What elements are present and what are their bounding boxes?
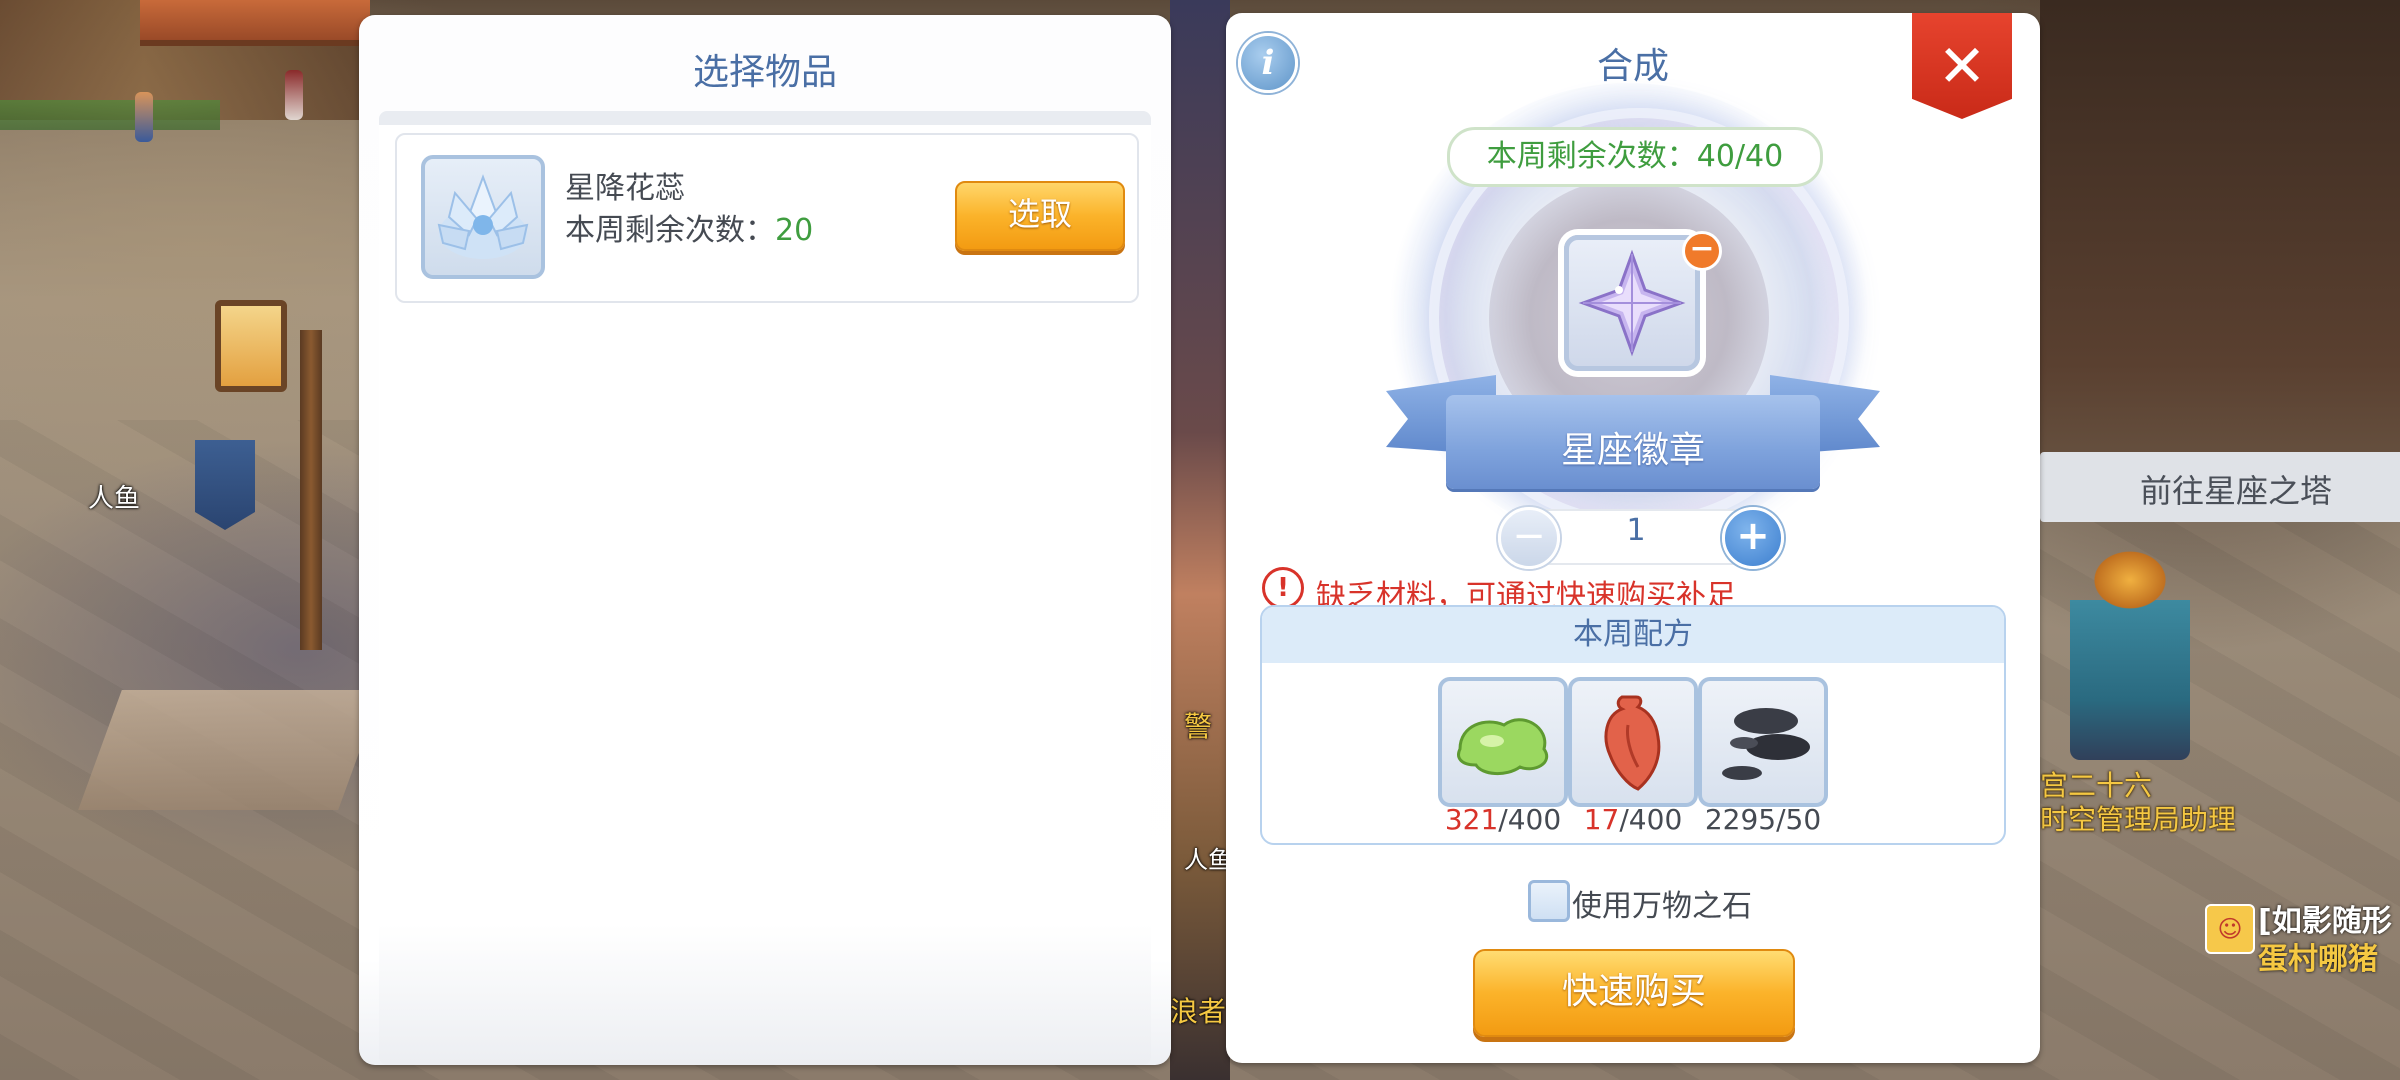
stone-platform <box>78 690 382 810</box>
npc-dialog-bubble[interactable]: wing-icon 前往星座之塔 <box>2040 452 2400 522</box>
dark-stones-icon <box>1722 708 1810 780</box>
remove-product-button[interactable]: − <box>1682 231 1722 271</box>
npc-character[interactable] <box>2070 540 2190 760</box>
quantity-value[interactable]: 1 <box>1556 513 1716 548</box>
material-have-3: 2295 <box>1704 803 1777 836</box>
material-have-2: 17 <box>1583 803 1620 836</box>
wing-icon: wing-icon <box>2040 462 2110 512</box>
quick-buy-button[interactable]: 快速购买 <box>1473 949 1795 1037</box>
material-slot-1[interactable] <box>1438 677 1568 807</box>
crystal-flower-icon <box>437 174 529 259</box>
npc-dialog-text[interactable]: 前往星座之塔 <box>2140 466 2332 512</box>
lamp-post <box>300 330 322 650</box>
item-count-label: 本周剩余次数： <box>565 213 775 248</box>
chat-line-2[interactable]: 蛋村哪猪 <box>2258 934 2378 978</box>
star-crystal-icon <box>1578 249 1686 357</box>
recipe-title: 本周配方 <box>1262 607 2004 663</box>
quantity-minus-button[interactable]: − <box>1498 507 1560 569</box>
green-slime-icon <box>1457 718 1548 775</box>
material-have-1: 321 <box>1444 803 1499 836</box>
product-name: 星座徽章 <box>1560 430 1705 471</box>
select-item-title: 选择物品 <box>692 52 837 93</box>
hanging-banner <box>195 440 255 530</box>
distant-player-character[interactable] <box>135 92 153 142</box>
item-slot[interactable] <box>421 155 545 279</box>
material-count-3: 2295/50 <box>1673 803 1853 836</box>
product-slot[interactable] <box>1564 235 1700 371</box>
use-stone-label[interactable]: 使用万物之石 <box>1572 881 1752 925</box>
use-stone-checkbox[interactable] <box>1528 880 1570 922</box>
chat-emote-icon[interactable]: ☺ <box>2205 904 2255 954</box>
item-card[interactable]: 星降花蕊 本周剩余次数：20 选取 <box>395 133 1139 303</box>
red-heart-icon <box>1604 695 1661 791</box>
world-label-mid-1: 警 <box>1184 710 1213 743</box>
item-count-value: 20 <box>775 213 814 248</box>
select-item-panel: 选择物品 星降花蕊 本周剩余次数：20 选取 <box>359 15 1171 1065</box>
weekly-recipe: 本周配方 321/400 17/400 2295/50 <box>1260 605 2006 845</box>
distant-npc-character[interactable] <box>285 70 303 120</box>
material-slot-3[interactable] <box>1698 677 1828 807</box>
world-label-merman: 人鱼 <box>88 484 141 514</box>
npc-subtitle: 时空管理局助理 <box>2040 803 2237 836</box>
quantity-plus-button[interactable]: + <box>1722 507 1784 569</box>
craft-panel: i 合成 本周剩余次数：40/40 − 星座徽章 − 1 + ! 缺乏材料，可通… <box>1226 13 2040 1063</box>
material-need-3: /50 <box>1776 803 1822 836</box>
grass-patch <box>0 100 220 130</box>
building-roof <box>140 0 370 46</box>
crowd-strip <box>1170 0 1230 1080</box>
close-button[interactable]: ✕ <box>1912 13 2012 119</box>
world-label-merman-2: 人鱼 <box>1184 846 1232 874</box>
street-lamp <box>215 300 287 392</box>
item-name: 星降花蕊 <box>565 171 685 206</box>
weekly-remaining-count: 本周剩余次数：40/40 <box>1447 127 1823 187</box>
material-slot-2[interactable] <box>1568 677 1698 807</box>
warning-icon: ! <box>1262 567 1304 609</box>
building-interior <box>2040 0 2400 520</box>
item-weekly-count: 本周剩余次数：20 <box>565 205 813 249</box>
world-label-mid-2: 浪者 <box>1170 995 1227 1028</box>
select-button[interactable]: 选取 <box>955 181 1125 251</box>
